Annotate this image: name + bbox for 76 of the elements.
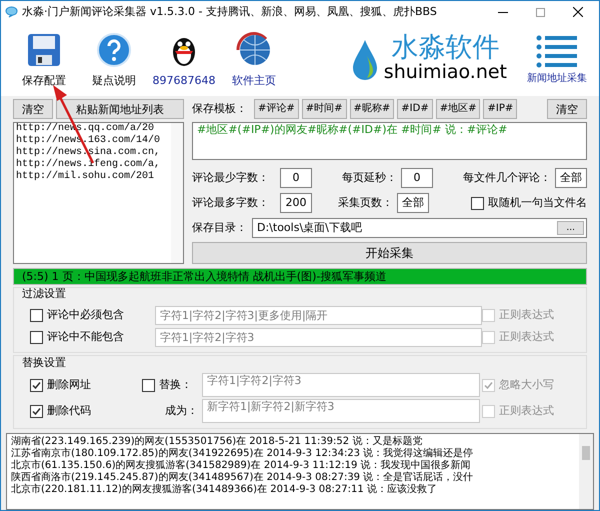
filter-input-field[interactable]: 字符1|字符2|字符3|更多使用|隔开 [154,306,482,324]
vertical-scrollbar[interactable] [171,123,183,263]
tag-button[interactable]: #评论# [254,99,299,119]
tag-button[interactable]: #ID# [397,99,433,119]
checkbox-label: 正则表达式 [499,308,554,322]
template-field[interactable]: #地区#(#IP#)的网友#昵称#(#ID#)在 #时间# 说：#评论# [192,122,587,160]
checkbox[interactable] [471,196,484,210]
become-input-field[interactable]: 新字符1|新字符2|新字符3 [202,399,480,423]
filter-input-field[interactable]: 字符1|字符2|字符3 [154,328,482,346]
chat-bubble-icon [5,6,18,18]
save-dir-label: 保存目录： [192,221,248,235]
checkbox-label: 忽略大小写 [499,378,554,392]
setting-field[interactable]: 200 [280,193,312,213]
vertical-scrollbar[interactable] [579,434,593,509]
help-icon [96,32,132,68]
toolbar-button[interactable]: 897687648 [153,32,215,88]
tag-button[interactable]: #IP# [483,99,518,119]
checkbox-label: 取随机一句当文件名 [488,196,587,210]
setting-field[interactable]: 全部 [555,168,587,188]
start-button[interactable]: 开始采集 [192,242,587,264]
replace-input-field[interactable]: 字符1|字符2|字符3 [202,373,480,397]
checkbox[interactable] [30,404,43,418]
save-dir-value: D:\tools\桌面\下载吧 [257,221,363,235]
setting-label: 评论最少字数： [192,171,270,185]
url-line: http://mil.sohu.com/201 [15,171,156,183]
tag-button[interactable]: #地区# [436,99,480,119]
checkbox-label: 删除网址 [47,378,91,392]
toolbar-label: 疑点说明 [92,74,136,88]
log-line: 北京市(61.135.150.6)的网友搜狐游客(341582989)在 2014-9-3 11:12:19 说：我发现中国很多新闻 [11,460,472,472]
log-line: 湖南省(223.149.165.239)的网友(1553501756)在 2018-5-21 11:39:52 说：又是标题党 [11,436,424,448]
url-line: http://news.ifeng.com/a, [15,159,162,170]
maximize-icon[interactable] [536,8,545,16]
toolbar-label: 897687648 [152,74,216,88]
group-title: 过滤设置 [22,287,67,301]
setting-label: 每文件几个评论： [463,171,551,185]
setting-label: 每页延秒： [342,171,397,185]
log-line: 陕西省商洛市(219.145.245.87)的网友(341489567)在 2014-9-3 08:27:39 说：全是官话屁话，没什 [11,472,474,484]
checkbox-label: 删除代码 [47,404,91,418]
log-line: 北京市(220.181.11.12)的网友搜狐游客(341489366)在 2014-9-3 08:27:11 说：应该没救了 [11,484,438,496]
list-icon [535,34,579,68]
toolbar-button[interactable]: 疑点说明 [83,32,145,88]
toolbar-label: 软件主页 [232,74,276,88]
tag-button[interactable]: #时间# [302,99,347,119]
toolbar-button[interactable]: 软件主页 [223,32,285,88]
logo-domain: shuimiao.net [384,61,507,85]
setting-field[interactable]: 全部 [397,193,429,213]
logo-name: 水淼软件 [391,34,500,62]
template-label: 保存模板： [192,102,247,116]
browse-button[interactable]: ... [557,221,584,235]
checkbox[interactable] [142,378,155,392]
tag-button[interactable]: #昵称# [350,99,394,119]
group-title: 替换设置 [22,356,67,370]
checkbox[interactable] [30,378,43,392]
clear-template-button[interactable]: 清空 [547,99,587,119]
url-collect-button[interactable]: 新闻地址采集 [527,34,587,86]
log-line: 江苏省南京市(180.109.172.85)的网友(341922695)在 2014-9-3 12:34:23 说：我觉得这编辑还是停 [11,448,474,460]
save-dir-field[interactable]: D:\tools\桌面\下载吧 ... [252,218,587,238]
toolbar-button[interactable]: 保存配置 [13,32,75,88]
toolbar-label: 保存配置 [22,74,66,88]
setting-field[interactable]: 0 [401,168,433,188]
become-label: 成为： [164,404,199,418]
paste-url-list-button[interactable]: 粘贴新闻地址列表 [56,99,184,119]
checkbox-label: 正则表达式 [499,330,554,344]
checkbox-label: 替换： [159,378,192,392]
checkbox-label: 评论中必须包含 [47,308,124,322]
window-title: 水淼·门户新闻评论采集器 v1.5.3.0 - 支持腾讯、新浪、网易、凤凰、搜狐、虎扑BBS [22,5,437,19]
checkbox-label: 正则表达式 [499,404,554,418]
checkbox-label: 评论中不能包含 [47,330,124,344]
progress-text: (5:5) 1 页：中国现多起航班非正常出入境特情 战机出手(图)-搜狐军事频道 [21,270,386,283]
clear-button[interactable]: 清空 [13,99,53,119]
setting-label: 评论最多字数： [192,196,270,210]
checkbox[interactable] [30,308,43,322]
checkbox[interactable] [30,330,43,344]
close-icon[interactable] [573,7,583,17]
setting-label: 采集页数： [338,196,393,210]
setting-field[interactable]: 0 [280,168,312,188]
